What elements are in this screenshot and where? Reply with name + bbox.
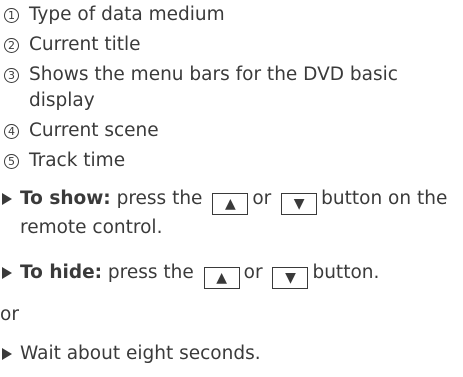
legend-number: 5 [4,154,19,169]
down-arrow-icon: ▼ [285,270,296,286]
step-show-label: To show: [20,188,111,209]
down-arrow-button: ▼ [272,267,309,289]
instruction-page: 1 Type of data medium 2 Current title 3 … [0,0,463,377]
legend-number: 4 [4,124,19,139]
step-show: To show: press the ▲ or ▼ button on the re… [0,186,463,241]
up-arrow-button: ▲ [212,193,249,215]
up-arrow-icon: ▲ [216,270,228,286]
legend-text: Track time [29,150,126,171]
step-show-mid: or [252,188,272,209]
legend-list: 1 Type of data medium 2 Current title 3 … [0,2,463,178]
up-arrow-button: ▲ [203,267,240,289]
legend-item: 4 Current scene [0,118,463,144]
legend-item: 2 Current title [0,32,463,58]
step-hide: To hide: press the ▲ or ▼ button. [0,260,463,289]
legend-number: 1 [4,8,19,23]
step-wait-text: Wait about eight seconds. [20,343,261,364]
legend-text: Current title [29,34,141,55]
bullet-arrow-icon [2,267,12,279]
step-wait: Wait about eight seconds. [0,341,463,367]
legend-item: 1 Type of data medium [0,2,463,28]
step-hide-label: To hide: [20,262,103,283]
step-hide-text: To hide: press the ▲ or ▼ button. [20,260,463,289]
bullet-arrow-icon [2,348,12,360]
or-text: or [0,304,19,325]
legend-item: 5 Track time [0,148,463,174]
legend-text: Shows the menu bars for the DVD basic di… [29,64,398,111]
legend-number: 3 [4,68,19,83]
legend-number: 2 [4,38,19,53]
step-show-pre: press the [110,188,203,209]
down-arrow-icon: ▼ [293,196,305,212]
step-hide-pre: press the [102,262,194,283]
step-hide-mid: or [243,262,263,283]
legend-text: Type of data medium [29,4,225,25]
up-arrow-icon: ▲ [224,196,236,212]
step-hide-post: button. [312,262,380,283]
bullet-arrow-icon [2,193,12,205]
down-arrow-button: ▼ [281,193,318,215]
step-show-text: To show: press the ▲ or ▼ button on the re… [20,186,463,241]
legend-text: Current scene [29,120,159,141]
legend-item: 3 Shows the menu bars for the DVD basic … [0,62,463,114]
